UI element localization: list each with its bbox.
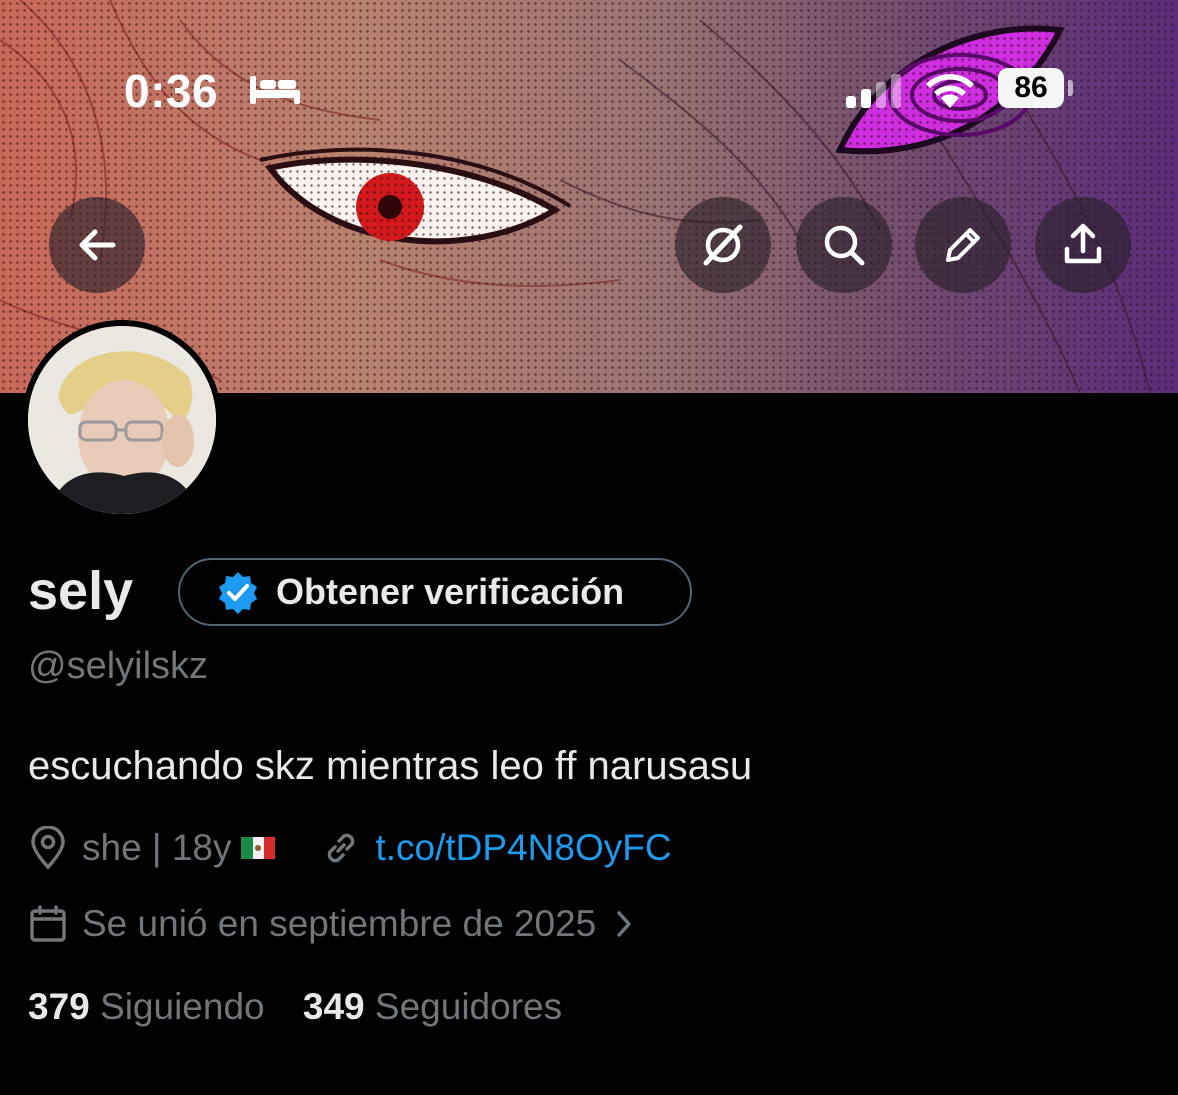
followers-count: 349	[302, 986, 365, 1027]
back-arrow-icon	[79, 229, 116, 261]
profile-bio: escuchando skz mientras leo ff narusasu	[28, 744, 753, 788]
location-icon	[28, 826, 68, 870]
get-verified-label: Obtener verificación	[276, 571, 625, 612]
joined-row[interactable]: Se unió en septiembre de 2025	[28, 900, 648, 948]
profile-link[interactable]: t.co/tDP4N8OyFC	[375, 827, 671, 869]
followers-label: Seguidores	[374, 986, 563, 1027]
chevron-right-icon	[614, 909, 634, 939]
profile-handle: @selyilskz	[28, 645, 209, 687]
link-icon	[321, 828, 361, 868]
profile-banner[interactable]	[0, 0, 1178, 393]
share-button[interactable]	[1035, 197, 1131, 293]
wifi-icon	[926, 74, 974, 108]
share-icon	[1064, 223, 1102, 264]
search-icon	[824, 225, 865, 266]
followers-link[interactable]: 349 Seguidores	[303, 986, 562, 1027]
profile-location: she | 18y	[82, 827, 232, 868]
avatar-image	[28, 326, 216, 514]
search-button[interactable]	[796, 197, 892, 293]
calendar-icon	[28, 904, 68, 944]
verified-badge-icon	[219, 572, 257, 614]
back-button[interactable]	[49, 197, 145, 293]
status-bar: 0:36 86	[0, 62, 1178, 118]
signal-icon	[846, 74, 901, 108]
mexico-flag-icon	[241, 837, 276, 859]
battery-icon: 86	[998, 68, 1064, 108]
joined-date: Se unió en septiembre de 2025	[82, 903, 597, 944]
following-link[interactable]: 379 Siguiendo	[28, 986, 265, 1027]
following-count: 379	[28, 986, 90, 1027]
pencil-icon	[946, 228, 980, 262]
status-time: 0:36	[124, 65, 219, 117]
bed-icon	[250, 76, 300, 104]
battery-cap	[1068, 80, 1073, 96]
avatar[interactable]	[22, 320, 222, 520]
profile-meta-row: she | 18y t.co/tDP4N8OyFC	[28, 824, 672, 872]
profile-name: sely	[28, 561, 134, 621]
follow-stats: 379 Siguiendo 349 Seguidores	[28, 986, 562, 1028]
grok-icon	[703, 224, 743, 266]
get-verified-button[interactable]: Obtener verificación	[178, 558, 692, 626]
grok-button[interactable]	[675, 197, 771, 293]
edit-button[interactable]	[915, 197, 1011, 293]
following-label: Siguiendo	[100, 986, 265, 1027]
